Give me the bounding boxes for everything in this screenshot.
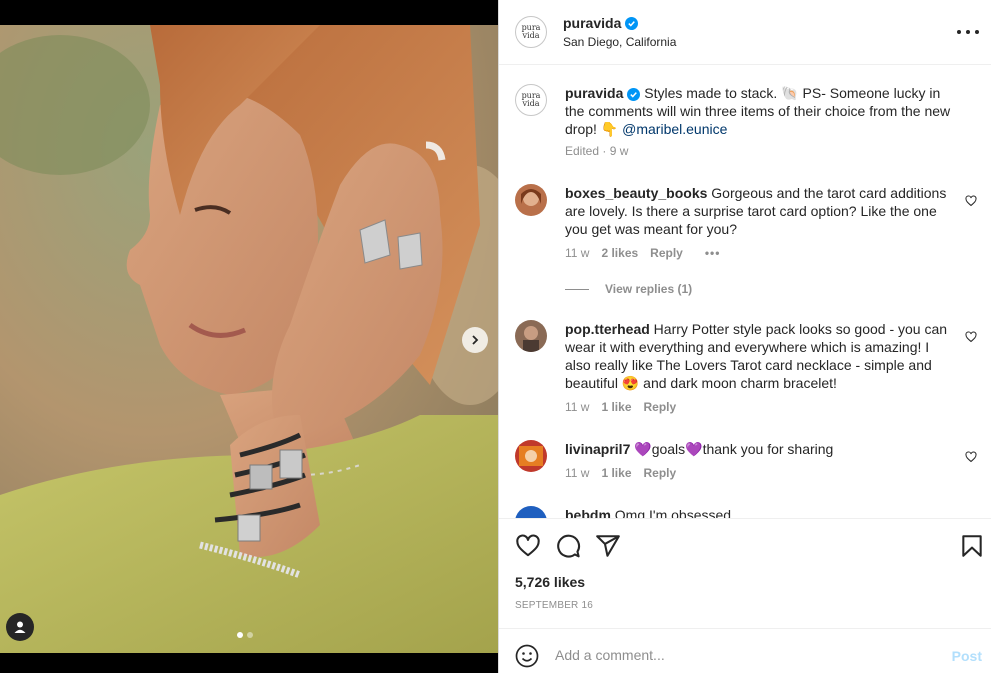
purple-heart-emoji: 💜 xyxy=(685,441,703,457)
header-author: puravida xyxy=(563,15,639,31)
user-tag-icon xyxy=(14,621,26,633)
post-button[interactable]: Post xyxy=(952,648,982,664)
comment-meta: 11 w 1 like Reply xyxy=(565,400,676,414)
comment-time: 11 w xyxy=(565,400,590,414)
comment-text: boxes_beauty_books Gorgeous and the taro… xyxy=(565,184,957,238)
comment: pop.tterhead Harry Potter style pack loo… xyxy=(515,320,977,420)
caption-text-part: Styles made to stack. xyxy=(640,85,782,101)
caption-text: puravida Styles made to stack. 🐚 PS- Som… xyxy=(565,84,957,138)
comment-like-button[interactable] xyxy=(965,330,977,348)
comment-text: bebdm Omg I'm obsessed xyxy=(565,506,957,518)
comment-input[interactable] xyxy=(555,639,935,671)
post-photo[interactable] xyxy=(0,25,498,653)
post-actions: 5,726 likes SEPTEMBER 16 xyxy=(499,518,991,628)
comment-likes[interactable]: 1 like xyxy=(601,466,631,480)
tagged-users-button[interactable] xyxy=(6,613,34,641)
photo-illustration xyxy=(0,25,498,653)
comment-time: 11 w xyxy=(565,246,590,260)
reply-button[interactable]: Reply xyxy=(650,246,683,260)
comment: boxes_beauty_books Gorgeous and the taro… xyxy=(515,184,977,274)
replies-divider xyxy=(565,288,589,290)
reply-button[interactable]: Reply xyxy=(644,400,677,414)
comment-icon xyxy=(557,534,581,558)
post-header: pura vida puravida San Diego, California xyxy=(499,0,991,65)
caption-username[interactable]: puravida xyxy=(565,85,623,101)
comment-body: Omg I'm obsessed xyxy=(610,507,732,518)
post-location[interactable]: San Diego, California xyxy=(563,35,676,49)
comment-like-button[interactable] xyxy=(965,194,977,212)
avatar-text-bottom: vida xyxy=(522,99,540,108)
comment: bebdm Omg I'm obsessed xyxy=(515,506,965,518)
comment-body: and dark moon charm bracelet! xyxy=(639,375,837,391)
view-replies-button[interactable]: View replies (1) xyxy=(565,282,692,296)
caption: pura vida puravida Styles made to stack.… xyxy=(515,84,965,162)
chevron-right-icon xyxy=(472,335,479,345)
reply-button[interactable]: Reply xyxy=(644,466,677,480)
comment-username[interactable]: pop.tterhead xyxy=(565,321,650,337)
purple-heart-emoji: 💜 xyxy=(634,441,652,457)
commenter-avatar[interactable] xyxy=(515,320,547,352)
comment-meta: 11 w 1 like Reply xyxy=(565,466,676,480)
point-down-emoji: 👇 xyxy=(600,121,619,137)
heart-icon xyxy=(516,534,540,557)
verified-icon xyxy=(625,16,639,30)
likes-count[interactable]: 5,726 likes xyxy=(515,574,585,590)
share-button[interactable] xyxy=(595,533,621,559)
comment-composer: Post xyxy=(499,628,991,673)
comment-meta: 11 w 2 likes Reply ••• xyxy=(565,246,720,260)
comment-text: pop.tterhead Harry Potter style pack loo… xyxy=(565,320,957,392)
post-side-panel: pura vida puravida San Diego, California… xyxy=(498,0,991,673)
comment-body: thank you for sharing xyxy=(702,441,834,457)
comment-button[interactable] xyxy=(555,533,581,559)
commenter-avatar[interactable] xyxy=(515,440,547,472)
bookmark-icon xyxy=(962,535,982,557)
heart-eyes-emoji: 😍 xyxy=(621,375,640,391)
comment-likes[interactable]: 2 likes xyxy=(601,246,638,260)
comments-section: pura vida puravida Styles made to stack.… xyxy=(499,66,991,518)
verified-icon xyxy=(627,88,641,101)
post-date: SEPTEMBER 16 xyxy=(515,600,593,611)
emoji-button[interactable] xyxy=(515,644,539,673)
emoji-icon xyxy=(515,644,539,668)
comment-body: goals xyxy=(651,441,686,457)
heart-icon xyxy=(965,331,977,343)
like-button[interactable] xyxy=(515,533,541,559)
comment-more-button[interactable]: ••• xyxy=(705,246,721,260)
comment-time: 11 w xyxy=(565,466,590,480)
save-button[interactable] xyxy=(959,533,985,559)
shell-emoji: 🐚 xyxy=(781,85,799,101)
share-icon xyxy=(596,535,620,557)
view-replies-label: View replies (1) xyxy=(605,282,693,296)
next-photo-button[interactable] xyxy=(462,327,488,353)
avatar-text-bottom: vida xyxy=(522,31,540,40)
photo-pane xyxy=(0,0,498,673)
carousel-dot-active xyxy=(237,632,243,638)
comment-username[interactable]: boxes_beauty_books xyxy=(565,185,707,201)
comment-username[interactable]: bebdm xyxy=(565,507,611,518)
heart-icon xyxy=(965,451,977,463)
comment-likes[interactable]: 1 like xyxy=(601,400,631,414)
caption-mention-link[interactable]: @maribel.eunice xyxy=(622,121,727,137)
comment-like-button[interactable] xyxy=(965,450,977,468)
comment: livinapril7 💜goals💜thank you for sharing… xyxy=(515,440,977,486)
caption-meta: Edited · 9 w xyxy=(565,144,629,158)
author-username[interactable]: puravida xyxy=(563,15,621,31)
caption-avatar[interactable]: pura vida xyxy=(515,84,547,116)
author-avatar[interactable]: pura vida xyxy=(515,16,547,48)
carousel-dots xyxy=(237,632,253,638)
comment-text: livinapril7 💜goals💜thank you for sharing xyxy=(565,440,957,458)
more-options-button[interactable] xyxy=(957,22,979,42)
heart-icon xyxy=(965,195,977,207)
commenter-avatar[interactable] xyxy=(515,506,547,518)
more-icon xyxy=(957,30,961,34)
carousel-dot xyxy=(247,632,253,638)
comment-username[interactable]: livinapril7 xyxy=(565,441,630,457)
commenter-avatar[interactable] xyxy=(515,184,547,216)
